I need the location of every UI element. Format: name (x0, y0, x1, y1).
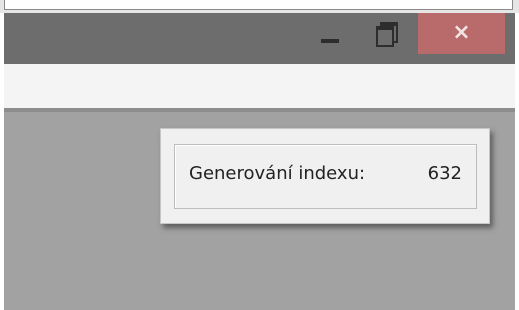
title-bar[interactable]: × (4, 13, 515, 64)
background-window-frame (4, 0, 513, 10)
minimize-icon (321, 39, 339, 43)
restore-icon-front (376, 26, 394, 47)
close-icon: × (452, 20, 471, 45)
menu-bar (4, 64, 515, 108)
close-button[interactable]: × (418, 13, 505, 54)
progress-panel: Generování indexu: 632 (174, 144, 477, 209)
screen: × Generování indexu: 632 (0, 0, 519, 310)
minimize-button[interactable] (307, 13, 353, 54)
restore-button[interactable] (360, 13, 406, 54)
background-window-edge (0, 0, 519, 13)
progress-count: 632 (427, 163, 462, 184)
progress-label: Generování indexu: (189, 163, 366, 184)
progress-popup: Generování indexu: 632 (160, 128, 490, 224)
